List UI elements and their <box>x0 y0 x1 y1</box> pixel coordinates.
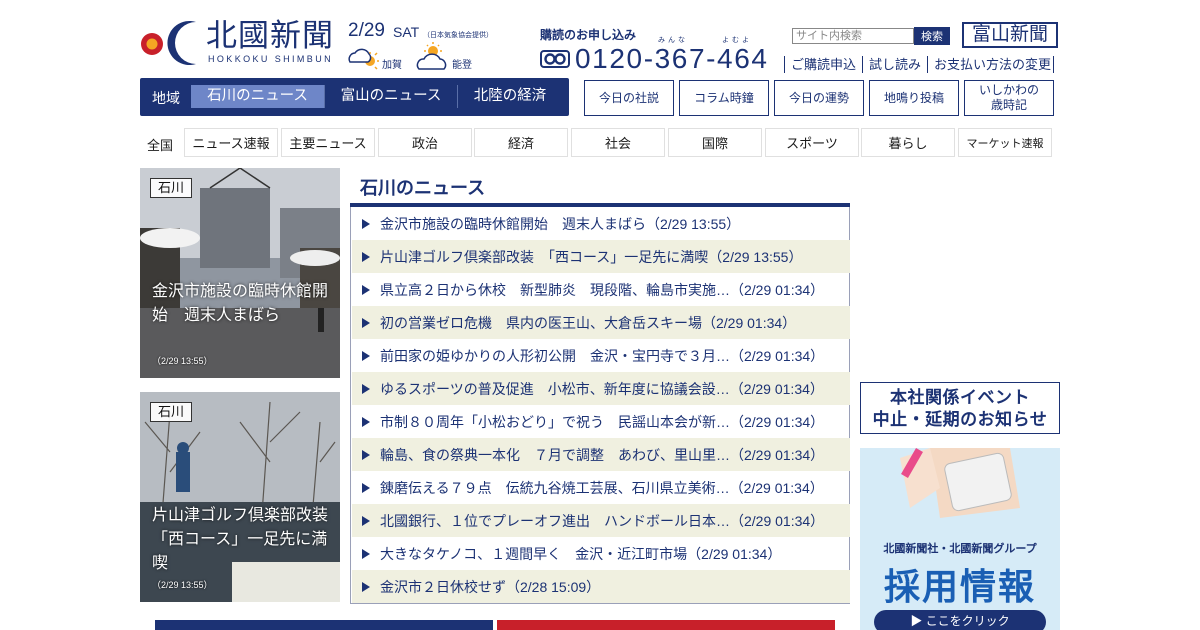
weather-region-noto: 能登 <box>452 60 472 71</box>
news-list: 金沢市施設の臨時休館開始 週末人まばら（2/29 13:55） 片山津ゴルフ倶楽… <box>350 207 850 604</box>
column-jisho-button[interactable]: コラム時鐘 <box>679 80 769 116</box>
category-market-news[interactable]: マーケット速報 <box>958 128 1052 157</box>
news-item-text: 金沢市施設の臨時休館開始 週末人まばら（2/29 13:55） <box>380 215 741 232</box>
current-date: 2/29 <box>348 20 385 41</box>
news-item[interactable]: ゆるスポーツの普及促進 小松市、新年度に協議会設…（2/29 01:34） <box>352 372 850 405</box>
reader-posts-button[interactable]: 地鳴り投稿 <box>869 80 959 116</box>
news-item[interactable]: 輪島、食の祭典一本化 ７月で調整 あわび、里山里…（2/29 01:34） <box>352 438 850 471</box>
play-arrow-icon <box>362 416 370 427</box>
top-links: ご購読申込 試し読み お支払い方法の変更 <box>784 56 1055 73</box>
play-arrow-icon <box>362 317 370 328</box>
event-cancellation-banner[interactable]: 本社関係イベント 中止・延期のお知らせ <box>860 382 1060 434</box>
free-dial-icon <box>540 50 570 68</box>
news-item[interactable]: 金沢市２日休校せず（2/28 15:09） <box>352 570 850 603</box>
card-timestamp: （2/29 13:55） <box>152 356 213 366</box>
weather-region-kaga: 加賀 <box>382 60 402 71</box>
weather-source-link[interactable]: 提供 <box>472 32 486 39</box>
news-item-text: 前田家の姫ゆかりの人形初公開 金沢・宝円寺で３月…（2/29 01:34） <box>380 347 825 364</box>
category-politics[interactable]: 政治 <box>378 128 472 157</box>
news-item-text: 輪島、食の祭典一本化 ７月で調整 あわび、里山里…（2/29 01:34） <box>380 446 825 463</box>
news-item-text: ゆるスポーツの普及促進 小松市、新年度に協議会設…（2/29 01:34） <box>380 380 824 397</box>
card-region-tag: 石川 <box>150 178 192 198</box>
region-nav-label: 地域 <box>152 90 180 106</box>
current-day-of-week: SAT <box>393 24 420 40</box>
smartphone-hand-illustration <box>900 448 1020 518</box>
news-item[interactable]: 片山津ゴルフ倶楽部改装 「西コース」一足先に満喫（2/29 13:55） <box>352 240 850 273</box>
recruitment-banner[interactable]: 北國新聞社・北國新聞グループ 採用情報 ▶ ここをクリック <box>860 448 1060 630</box>
card-timestamp: （2/29 13:55） <box>152 580 213 590</box>
site-search-button[interactable]: 検索 <box>914 27 950 45</box>
category-sports[interactable]: スポーツ <box>765 128 859 157</box>
event-banner-line2: 中止・延期のお知らせ <box>872 410 1048 429</box>
category-society[interactable]: 社会 <box>571 128 665 157</box>
news-item[interactable]: 金沢市施設の臨時休館開始 週末人まばら（2/29 13:55） <box>352 207 850 240</box>
event-banner-line1: 本社関係イベント <box>890 388 1030 407</box>
card-caption: 金沢市施設の臨時休館開始 週末人まばら <box>152 283 329 324</box>
news-item[interactable]: 県立高２日から休校 新型肺炎 現段階、輪島市実施…（2/29 01:34） <box>352 273 850 306</box>
play-arrow-icon <box>362 284 370 295</box>
category-breaking-news[interactable]: ニュース速報 <box>184 128 278 157</box>
play-arrow-icon <box>362 218 370 229</box>
bottom-banner-right[interactable] <box>497 620 835 630</box>
play-arrow-icon <box>362 515 370 526</box>
tab-hokuriku-economy[interactable]: 北陸の経済 <box>458 85 562 108</box>
news-item-text: 片山津ゴルフ倶楽部改装 「西コース」一足先に満喫（2/29 13:55） <box>380 248 803 265</box>
news-item[interactable]: 前田家の姫ゆかりの人形初公開 金沢・宝円寺で３月…（2/29 01:34） <box>352 339 850 372</box>
weather-source-note: （日本気象協会提供） <box>423 32 493 39</box>
news-item-text: 北國銀行、１位でプレーオフ進出 ハンドボール日本…（2/29 01:34） <box>380 512 825 529</box>
subscription-phone-number[interactable]: 0120-367-464 <box>575 42 769 76</box>
sun-cloud-icon[interactable] <box>416 42 450 72</box>
bottom-banner-left[interactable] <box>155 620 493 630</box>
news-item-text: 大きなタケノコ、１週間早く 金沢・近江町市場（2/29 01:34） <box>380 545 782 562</box>
category-lifestyle[interactable]: 暮らし <box>861 128 955 157</box>
hokkoku-logo-mark-icon[interactable] <box>140 16 200 66</box>
play-arrow-icon <box>362 350 370 361</box>
editorial-button[interactable]: 今日の社説 <box>584 80 674 116</box>
tab-ishikawa-news[interactable]: 石川のニュース <box>191 85 324 108</box>
ishikawa-seasonal-button[interactable]: いしかわの 歳時記 <box>964 80 1054 116</box>
news-section-title: 石川のニュース <box>360 178 486 198</box>
cloud-sun-icon[interactable] <box>346 42 380 72</box>
subscription-title: 購読のお申し込み <box>540 28 637 42</box>
category-nationwide-label: 全国 <box>147 138 174 153</box>
news-item[interactable]: 錬磨伝える７９点 伝統九谷焼工芸展、石川県立美術…（2/29 01:34） <box>352 471 850 504</box>
link-payment-change[interactable]: お支払い方法の変更 <box>927 56 1055 73</box>
card-region-tag: 石川 <box>150 402 192 422</box>
recruit-banner-subtitle: 北國新聞社・北國新聞グループ <box>883 543 1037 555</box>
play-arrow-icon <box>362 449 370 460</box>
category-economy[interactable]: 経済 <box>474 128 568 157</box>
horoscope-button[interactable]: 今日の運勢 <box>774 80 864 116</box>
card-caption: 片山津ゴルフ倶楽部改装 「西コース」一足先に満喫 <box>152 507 340 572</box>
link-trial-read[interactable]: 試し読み <box>862 56 927 73</box>
news-item-text: 初の営業ゼロ危機 県内の医王山、大倉岳スキー場（2/29 01:34） <box>380 314 797 331</box>
news-item[interactable]: 初の営業ゼロ危機 県内の医王山、大倉岳スキー場（2/29 01:34） <box>352 306 850 339</box>
category-international[interactable]: 国際 <box>668 128 762 157</box>
site-search-input[interactable] <box>792 28 914 44</box>
photo-card-kanazawa-closure[interactable]: 石川 金沢市施設の臨時休館開始 週末人まばら （2/29 13:55） <box>140 168 340 378</box>
site-logo-text[interactable]: 北國新聞 <box>206 18 334 54</box>
news-item[interactable]: 北國銀行、１位でプレーオフ進出 ハンドボール日本…（2/29 01:34） <box>352 504 850 537</box>
toyama-shimbun-button[interactable]: 富山新聞 <box>962 22 1058 48</box>
news-item-text: 金沢市２日休校せず（2/28 15:09） <box>380 578 601 595</box>
news-item[interactable]: 大きなタケノコ、１週間早く 金沢・近江町市場（2/29 01:34） <box>352 537 850 570</box>
category-main-news[interactable]: 主要ニュース <box>281 128 375 157</box>
recruit-click-here-button[interactable]: ▶ ここをクリック <box>874 610 1046 630</box>
news-item-text: 市制８０周年「小松おどり」で祝う 民謡山本会が新…（2/29 01:34） <box>380 413 825 430</box>
play-arrow-icon <box>362 548 370 559</box>
tab-toyama-news[interactable]: 富山のニュース <box>325 85 457 108</box>
site-logo-subtitle: HOKKOKU SHIMBUN <box>208 54 334 64</box>
play-arrow-icon <box>362 251 370 262</box>
link-subscribe[interactable]: ご購読申込 <box>784 56 862 73</box>
play-arrow-icon <box>362 581 370 592</box>
news-item[interactable]: 市制８０周年「小松おどり」で祝う 民謡山本会が新…（2/29 01:34） <box>352 405 850 438</box>
play-arrow-icon <box>362 482 370 493</box>
photo-card-katayamazu-golf[interactable]: 石川 片山津ゴルフ倶楽部改装 「西コース」一足先に満喫 （2/29 13:55） <box>140 392 340 602</box>
kanazawa-street-photo <box>140 168 340 378</box>
news-item-text: 錬磨伝える７９点 伝統九谷焼工芸展、石川県立美術…（2/29 01:34） <box>380 479 824 496</box>
recruit-banner-title: 採用情報 <box>883 566 1036 607</box>
play-arrow-icon <box>362 383 370 394</box>
news-item-text: 県立高２日から休校 新型肺炎 現段階、輪島市実施…（2/29 01:34） <box>380 281 825 298</box>
